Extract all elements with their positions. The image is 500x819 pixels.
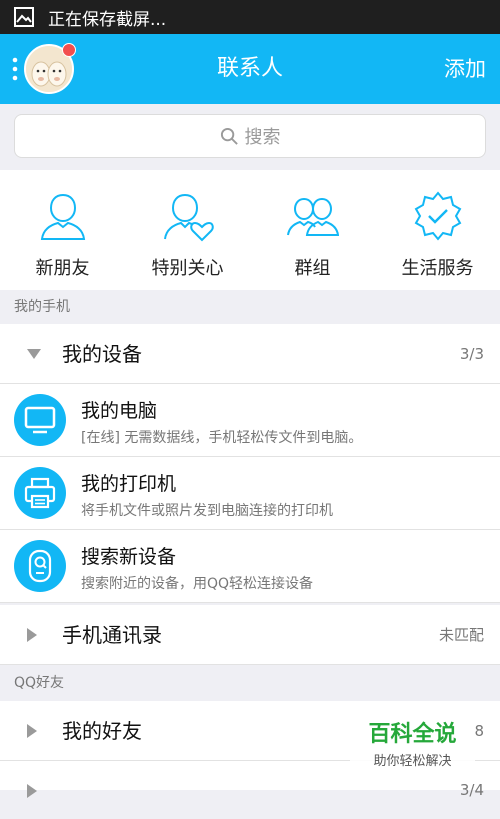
group-status: 未匹配 bbox=[438, 626, 484, 644]
person-heart-icon bbox=[164, 193, 214, 242]
device-my-computer[interactable]: 我的电脑 [在线] 无需数据线，手机轻松传文件到电脑。 bbox=[0, 384, 500, 457]
device-search-new[interactable]: 搜索新设备 搜索附近的设备，用QQ轻松连接设备 bbox=[0, 530, 500, 603]
quick-groups[interactable]: 群组 bbox=[250, 170, 375, 290]
add-button[interactable]: 添加 bbox=[444, 34, 486, 104]
search-input[interactable]: 搜索 bbox=[14, 114, 486, 158]
search-placeholder: 搜索 bbox=[244, 127, 281, 148]
triangle-down-icon bbox=[27, 349, 41, 359]
image-icon bbox=[14, 7, 34, 27]
monitor-icon bbox=[14, 394, 66, 446]
quick-actions: 新朋友 特别关心 群组 生活服务 bbox=[0, 170, 500, 290]
section-qq-friends: QQ好友 bbox=[0, 666, 500, 700]
device-my-printer[interactable]: 我的打印机 将手机文件或照片发到电脑连接的打印机 bbox=[0, 457, 500, 530]
group-my-devices[interactable]: 我的设备 3/3 bbox=[0, 324, 500, 384]
status-bar: 正在保存截屏... bbox=[0, 0, 500, 34]
quick-special-care[interactable]: 特别关心 bbox=[125, 170, 250, 290]
triangle-right-icon bbox=[27, 784, 37, 798]
device-search-icon bbox=[14, 540, 66, 592]
watermark: 百科全说 助你轻松解决 bbox=[350, 708, 475, 769]
person-icon bbox=[40, 193, 86, 240]
group-icon bbox=[287, 197, 339, 236]
triangle-right-icon bbox=[27, 628, 37, 642]
printer-icon bbox=[14, 467, 66, 519]
triangle-right-icon bbox=[27, 724, 37, 738]
group-count: 8 bbox=[474, 722, 484, 740]
group-count: 3/4 bbox=[459, 781, 484, 799]
search-icon bbox=[220, 127, 238, 145]
app-header: 联系人 添加 bbox=[0, 34, 500, 104]
search-bar: 搜索 bbox=[0, 104, 500, 170]
status-text: 正在保存截屏... bbox=[48, 9, 167, 30]
quick-new-friends[interactable]: 新朋友 bbox=[0, 170, 125, 290]
group-count: 3/3 bbox=[459, 345, 484, 363]
quick-life-services[interactable]: 生活服务 bbox=[375, 170, 500, 290]
group-phone-contacts[interactable]: 手机通讯录 未匹配 bbox=[0, 605, 500, 665]
section-my-phone: 我的手机 bbox=[0, 290, 500, 324]
page-title: 联系人 bbox=[216, 56, 283, 81]
badge-check-icon bbox=[414, 191, 462, 241]
